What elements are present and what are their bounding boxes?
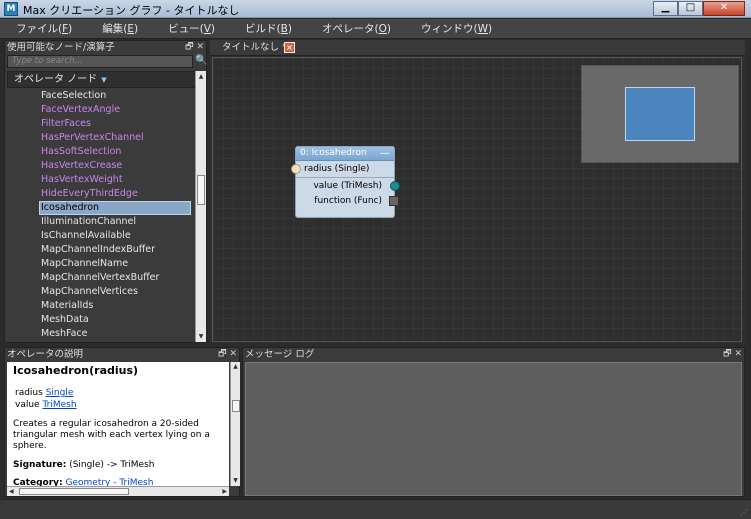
menu-window[interactable]: ウィンドウ(W) (405, 19, 492, 38)
minimize-button[interactable]: ▁ (653, 1, 678, 16)
scroll-up-icon[interactable]: ▲ (196, 71, 206, 82)
panel-float-close-icons[interactable]: 🗗 ✕ (185, 41, 204, 54)
node-panel-header: 使用可能なノード/演算子 🗗 ✕ (5, 41, 206, 54)
scroll-thumb[interactable] (197, 175, 205, 205)
maximize-button[interactable]: □ (678, 1, 703, 16)
tab-untitled[interactable]: タイトルなし * (218, 41, 291, 56)
scroll-up-icon[interactable]: ▲ (231, 362, 240, 372)
collapse-icon[interactable]: — (380, 147, 390, 160)
message-log-content[interactable] (245, 362, 742, 496)
window-titlebar: M Max クリエーション グラフ - タイトルなし ▁ □ ✕ (0, 0, 751, 18)
list-item[interactable]: MapChannelVertices (7, 285, 194, 299)
menu-view[interactable]: ビュー(V) (152, 19, 215, 38)
description-hscrollbar[interactable]: ◀ ▶ (7, 486, 229, 496)
node-output-row: function (Func) (296, 193, 399, 209)
menu-bar: ファイル(F) 編集(E) ビュー(V) ビルド(B) オペレータ(O) ウィン… (0, 19, 751, 39)
list-item[interactable]: HasVertexWeight (7, 173, 194, 187)
node-output-row: value (TriMesh) (296, 177, 400, 193)
node-panel: 使用可能なノード/演算子 🗗 ✕ Type to search... 🔍 オペレ… (4, 40, 207, 343)
scroll-right-icon[interactable]: ▶ (222, 487, 227, 496)
message-log-panel: メッセージ ログ 🗗 ✕ (242, 347, 745, 497)
output-port-function[interactable] (389, 196, 399, 206)
icosahedron-node[interactable]: 0: Icosahedron — radius (Single) value (… (291, 146, 400, 218)
type-link[interactable]: TriMesh (42, 400, 76, 410)
output-port-value[interactable] (390, 181, 400, 191)
type-link[interactable]: Single (46, 388, 74, 398)
list-item[interactable]: HasSoftSelection (7, 145, 194, 159)
node-header[interactable]: 0: Icosahedron — (296, 147, 394, 161)
status-bar: ⋰ (0, 499, 751, 519)
node-list-scrollbar[interactable]: ▲ ▼ (195, 71, 206, 342)
window-title: Max クリエーション グラフ - タイトルなし (23, 4, 240, 17)
category-label: オペレータ ノード (14, 74, 98, 85)
output-label: value (TriMesh) (313, 181, 382, 191)
scroll-left-icon[interactable]: ◀ (9, 487, 14, 496)
input-port-radius[interactable] (291, 164, 301, 174)
node-list: FaceSelection FaceVertexAngle FilterFace… (7, 89, 194, 342)
param-row: value TriMesh (15, 400, 77, 410)
list-item[interactable]: HasPerVertexChannel (7, 131, 194, 145)
panel-float-close-icons[interactable]: 🗗 ✕ (218, 348, 237, 361)
list-item[interactable]: MeshData (7, 313, 194, 327)
description-vscrollbar[interactable]: ▲ ▼ (230, 362, 240, 486)
node-input-row: radius (Single) (291, 161, 394, 177)
category-link[interactable]: Geometry - TriMesh (66, 478, 154, 486)
param-row: radius Single (15, 388, 74, 398)
operator-description: Creates a regular icosahedron a 20-sided… (13, 419, 210, 451)
menu-operator[interactable]: オペレータ(O) (306, 19, 391, 38)
graph-tab-strip: タイトルなし * × (210, 40, 745, 56)
description-content: Icosahedron(radius) radius Single value … (7, 362, 229, 486)
list-item-selected[interactable]: Icosahedron (39, 201, 191, 215)
list-item[interactable]: IsChannelAvailable (7, 229, 194, 243)
description-panel-header: オペレータの説明 🗗 ✕ (5, 348, 239, 361)
resize-grip-icon[interactable]: ⋰ (740, 508, 748, 517)
output-label: function (Func) (314, 196, 382, 206)
list-item[interactable]: FaceSelection (7, 89, 194, 103)
tab-close-icon[interactable]: × (284, 42, 295, 53)
graph-editor: タイトルなし * × 0: Icosahedron — radius (Sing… (210, 40, 745, 343)
scroll-down-icon[interactable]: ▼ (231, 476, 240, 486)
scroll-thumb[interactable] (19, 488, 129, 495)
list-item[interactable]: MapChannelIndexBuffer (7, 243, 194, 257)
menu-file[interactable]: ファイル(F) (0, 19, 72, 38)
node-search-input[interactable]: Type to search... (7, 55, 193, 68)
category-header[interactable]: オペレータ ノード ▼ (7, 71, 207, 88)
list-item[interactable]: IlluminationChannel (7, 215, 194, 229)
scroll-thumb[interactable] (232, 400, 240, 412)
list-item[interactable]: MapChannelName (7, 257, 194, 271)
node-title: 0: Icosahedron (300, 148, 367, 158)
menu-edit[interactable]: 編集(E) (86, 19, 138, 38)
minimap-viewport[interactable] (625, 87, 695, 141)
list-item[interactable]: HasVertexCrease (7, 159, 194, 173)
menu-build[interactable]: ビルド(B) (229, 19, 292, 38)
list-item[interactable]: FilterFaces (7, 117, 194, 131)
list-item[interactable]: MapChannelVertexBuffer (7, 271, 194, 285)
list-item[interactable]: MeshFace (7, 327, 194, 341)
list-item[interactable]: MaterialIds (7, 299, 194, 313)
signature-row: Signature: (Single) -> TriMesh (13, 460, 155, 470)
panel-float-close-icons[interactable]: 🗗 ✕ (723, 348, 742, 361)
message-log-title: メッセージ ログ (245, 349, 315, 360)
operator-heading: Icosahedron(radius) (13, 364, 139, 377)
category-row: Category: Geometry - TriMesh (13, 478, 154, 486)
list-item[interactable]: HideEveryThirdEdge (7, 187, 194, 201)
description-panel-title: オペレータの説明 (7, 349, 84, 360)
message-log-header: メッセージ ログ 🗗 ✕ (243, 348, 744, 361)
node-panel-title: 使用可能なノード/演算子 (7, 42, 115, 53)
max-app-icon: M (4, 2, 18, 16)
close-button[interactable]: ✕ (703, 1, 745, 16)
minimap[interactable] (581, 65, 739, 163)
list-item[interactable]: FaceVertexAngle (7, 103, 194, 117)
graph-canvas[interactable]: 0: Icosahedron — radius (Single) value (… (212, 57, 742, 342)
description-panel: オペレータの説明 🗗 ✕ Icosahedron(radius) radius … (4, 347, 240, 497)
search-icon[interactable]: 🔍 (195, 55, 207, 68)
scroll-down-icon[interactable]: ▼ (196, 331, 206, 342)
input-label: radius (Single) (304, 164, 370, 174)
sort-caret-icon: ▼ (101, 76, 107, 84)
